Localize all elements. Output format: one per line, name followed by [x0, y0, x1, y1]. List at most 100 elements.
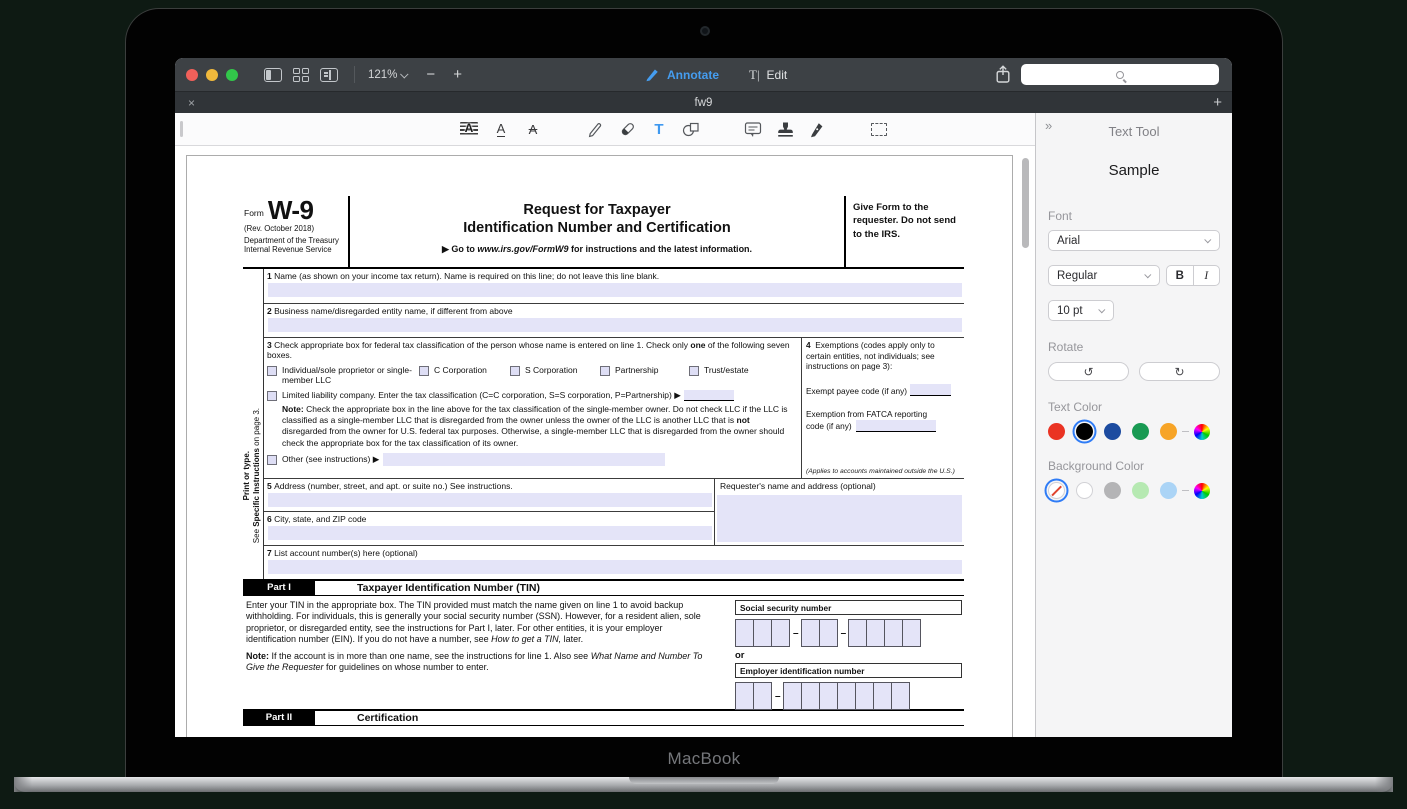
checkbox-llc[interactable] — [267, 391, 277, 401]
edit-label: Edit — [767, 68, 788, 82]
underline-text-tool[interactable]: A — [492, 120, 510, 138]
or-label: or — [735, 650, 962, 661]
line6-input-field[interactable] — [268, 526, 712, 540]
checkbox-partnership[interactable] — [600, 366, 610, 376]
bg-color-none-selected[interactable] — [1048, 482, 1065, 499]
font-style-value: Regular — [1057, 270, 1097, 282]
zoom-out-button[interactable]: − — [426, 67, 435, 82]
font-family-value: Arial — [1057, 235, 1080, 247]
checkbox-s-corporation[interactable] — [510, 366, 520, 376]
text-tool-panel: » Text Tool Sample Font Arial Regular B … — [1035, 113, 1232, 737]
box3-intro: 3 Check appropriate box for federal tax … — [267, 340, 795, 360]
select-region-tool[interactable] — [870, 120, 888, 138]
bg-color-blue[interactable] — [1160, 482, 1177, 499]
text-color-green[interactable] — [1132, 423, 1149, 440]
form-dept: Department of the TreasuryInternal Reven… — [244, 236, 344, 255]
zoom-in-button[interactable]: + — [453, 67, 462, 82]
note-comment-tool[interactable] — [744, 120, 762, 138]
pencil-icon — [587, 121, 603, 138]
background-color-label: Background Color — [1048, 459, 1220, 473]
new-tab-button[interactable]: + — [1213, 94, 1222, 111]
stamp-tool[interactable] — [776, 120, 794, 138]
comment-icon — [744, 121, 762, 138]
font-size-value: 10 pt — [1057, 305, 1083, 317]
option-label: Partnership — [615, 365, 658, 375]
ein-cells[interactable]: – — [735, 682, 962, 710]
line5-label: Address (number, street, and apt. or sui… — [274, 481, 513, 491]
checkbox-c-corporation[interactable] — [419, 366, 429, 376]
vertical-scrollbar[interactable] — [1022, 158, 1029, 248]
highlight-text-tool[interactable]: A — [460, 120, 478, 138]
checkbox-individual[interactable] — [267, 366, 277, 376]
tab-bar: × fw9 + — [175, 91, 1232, 113]
other-input-field[interactable] — [383, 453, 665, 466]
macbook-label: MacBook — [126, 749, 1282, 769]
italic-button[interactable]: I — [1194, 266, 1220, 285]
line1-input-field[interactable] — [268, 283, 962, 297]
exempt-payee-field[interactable] — [910, 384, 951, 396]
font-size-select[interactable]: 10 pt — [1048, 300, 1114, 321]
text-color-custom-wheel[interactable] — [1194, 424, 1210, 440]
share-icon — [995, 65, 1011, 84]
other-label: Other (see instructions) ▶ — [282, 454, 379, 465]
strikeout-text-tool[interactable]: A — [524, 120, 542, 138]
text-color-red[interactable] — [1048, 423, 1065, 440]
shapes-tool[interactable] — [682, 120, 700, 138]
part1-body: Enter your TIN in the appropriate box. T… — [243, 596, 964, 709]
print-or-type-note: Print or type. — [242, 451, 252, 500]
requester-label: Requester's name and address (optional) — [720, 481, 876, 491]
minimize-window-button[interactable] — [206, 69, 218, 81]
sidebar-toggle-icon[interactable] — [264, 68, 282, 82]
requester-input-field[interactable] — [717, 495, 962, 542]
bg-color-white[interactable] — [1076, 482, 1093, 499]
share-button[interactable] — [995, 65, 1011, 84]
line2-input-field[interactable] — [268, 318, 962, 332]
bg-color-green[interactable] — [1132, 482, 1149, 499]
rotate-ccw-button[interactable]: ↺ — [1048, 362, 1129, 381]
rotate-cw-button[interactable]: ↻ — [1139, 362, 1220, 381]
bold-button[interactable]: B — [1167, 266, 1194, 285]
macbook-base — [14, 777, 1393, 792]
document-viewer[interactable]: Form W-9 (Rev. October 2018) Department … — [175, 146, 1035, 737]
close-window-button[interactable] — [186, 69, 198, 81]
ssn-cells[interactable]: – – — [735, 619, 962, 647]
line7-input-field[interactable] — [268, 560, 962, 574]
part1-title: Taxpayer Identification Number (TIN) — [357, 581, 540, 595]
font-style-select[interactable]: Regular — [1048, 265, 1160, 286]
text-tool[interactable]: T — [650, 120, 668, 138]
annotate-mode-button[interactable]: Annotate — [645, 67, 719, 82]
option-label: Individual/sole proprietor or single-mem… — [282, 365, 419, 385]
pdf-app-window: 121% − + Annotate T| Edit — [175, 58, 1232, 737]
bg-color-gray[interactable] — [1104, 482, 1121, 499]
search-input[interactable] — [1021, 64, 1219, 85]
eraser-tool[interactable] — [618, 120, 636, 138]
line2-label: Business name/disregarded entity name, i… — [274, 306, 512, 316]
tab-title[interactable]: fw9 — [175, 97, 1232, 109]
checkbox-trust-estate[interactable] — [689, 366, 699, 376]
form-header: Form W-9 (Rev. October 2018) Department … — [243, 196, 964, 269]
edit-mode-button[interactable]: T| Edit — [749, 67, 787, 83]
fatca-field[interactable] — [856, 420, 936, 432]
text-color-orange[interactable] — [1160, 423, 1177, 440]
bg-color-custom-wheel[interactable] — [1194, 483, 1210, 499]
font-family-select[interactable]: Arial — [1048, 230, 1220, 251]
zoom-window-button[interactable] — [226, 69, 238, 81]
collapse-panel-button[interactable]: » — [1045, 118, 1052, 133]
toolbar-drag-handle[interactable] — [180, 121, 183, 137]
line5-input-field[interactable] — [268, 493, 712, 507]
page-view-icon[interactable] — [320, 68, 338, 82]
text-color-blue[interactable] — [1104, 423, 1121, 440]
signature-tool[interactable] — [808, 120, 826, 138]
rotate-section-label: Rotate — [1048, 340, 1220, 354]
form-goto-line: ▶ Go to www.irs.gov/FormW9 for instructi… — [358, 244, 836, 255]
text-color-black-selected[interactable] — [1076, 423, 1093, 440]
part2-badge: Part II — [243, 711, 315, 725]
title-bar: 121% − + Annotate T| Edit — [175, 58, 1232, 91]
line1-label: Name (as shown on your income tax return… — [274, 271, 659, 281]
checkbox-other[interactable] — [267, 455, 277, 465]
thumbnail-view-icon[interactable] — [293, 68, 309, 82]
llc-classification-field[interactable] — [684, 390, 734, 401]
pencil-tool[interactable] — [586, 120, 604, 138]
background-color-swatches — [1048, 482, 1220, 499]
zoom-level-dropdown[interactable]: 121% — [368, 69, 408, 81]
